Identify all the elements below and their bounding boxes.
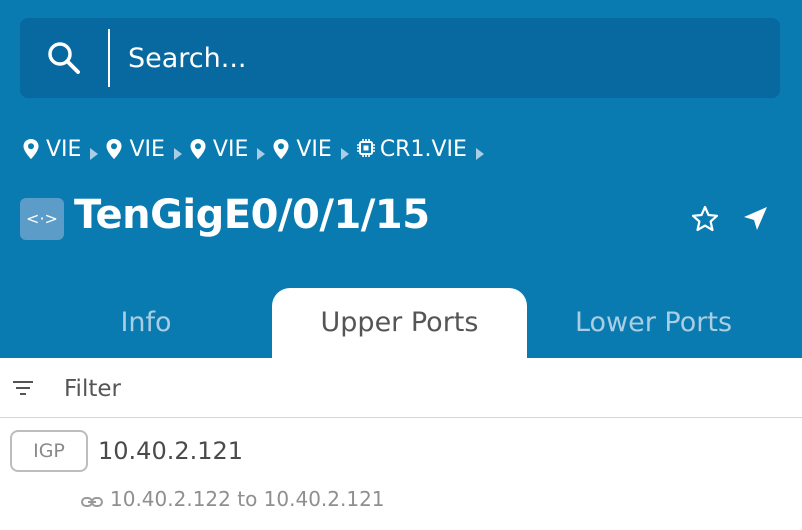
location-pin-icon — [189, 138, 207, 160]
breadcrumb-label: VIE — [129, 136, 165, 162]
header: VIE VIE VIE VIE — [0, 0, 802, 358]
tab-upper-ports[interactable]: Upper Ports — [272, 288, 527, 358]
link-description: 10.40.2.122 to 10.40.2.121 — [80, 487, 385, 511]
search-input[interactable] — [128, 38, 748, 78]
search-divider — [108, 29, 110, 87]
list-item[interactable]: IGP 10.40.2.121 10.40.2.122 to 10.40.2.1… — [0, 419, 802, 530]
breadcrumb-label: VIE — [296, 136, 332, 162]
link-text: 10.40.2.122 to 10.40.2.121 — [110, 487, 385, 511]
filter-icon[interactable] — [12, 378, 34, 398]
interface-icon: <·> — [20, 198, 64, 240]
breadcrumb-item-site-2[interactable]: VIE — [105, 137, 182, 162]
star-icon[interactable] — [690, 204, 720, 234]
breadcrumb-item-device[interactable]: CR1.VIE — [356, 137, 485, 162]
breadcrumb-label: CR1.VIE — [379, 136, 467, 162]
filter-row — [0, 358, 802, 418]
tab-info[interactable]: Info — [20, 288, 272, 358]
breadcrumb-label: VIE — [46, 136, 82, 162]
tab-lower-ports[interactable]: Lower Ports — [527, 288, 780, 358]
chevron-right-icon — [340, 142, 350, 160]
location-pin-icon — [105, 138, 123, 160]
chevron-right-icon — [89, 142, 99, 160]
breadcrumb-item-site-1[interactable]: VIE — [22, 137, 99, 162]
chevron-right-icon — [475, 142, 485, 160]
page-title: TenGigE0/0/1/15 — [74, 192, 430, 238]
breadcrumb: VIE VIE VIE VIE CR1.VIE — [22, 134, 491, 164]
search-icon[interactable] — [44, 38, 84, 78]
title-row: <·> TenGigE0/0/1/15 — [20, 192, 780, 244]
chevron-right-icon — [256, 142, 266, 160]
search-bar[interactable] — [20, 18, 780, 98]
chip-icon — [356, 138, 375, 160]
breadcrumb-label: VIE — [212, 136, 249, 162]
tab-bar: Info Upper Ports Lower Ports — [0, 288, 802, 358]
location-pin-icon — [272, 138, 290, 160]
breadcrumb-item-site-4[interactable]: VIE — [272, 137, 349, 162]
filter-input[interactable] — [64, 372, 664, 406]
breadcrumb-item-site-3[interactable]: VIE — [189, 137, 266, 162]
navigate-icon[interactable] — [740, 204, 770, 234]
interface-panel: VIE VIE VIE VIE — [0, 0, 802, 530]
chevron-right-icon — [173, 142, 183, 160]
port-address: 10.40.2.121 — [98, 437, 244, 465]
link-icon — [80, 491, 104, 507]
protocol-badge: IGP — [10, 430, 88, 472]
location-pin-icon — [22, 138, 40, 160]
